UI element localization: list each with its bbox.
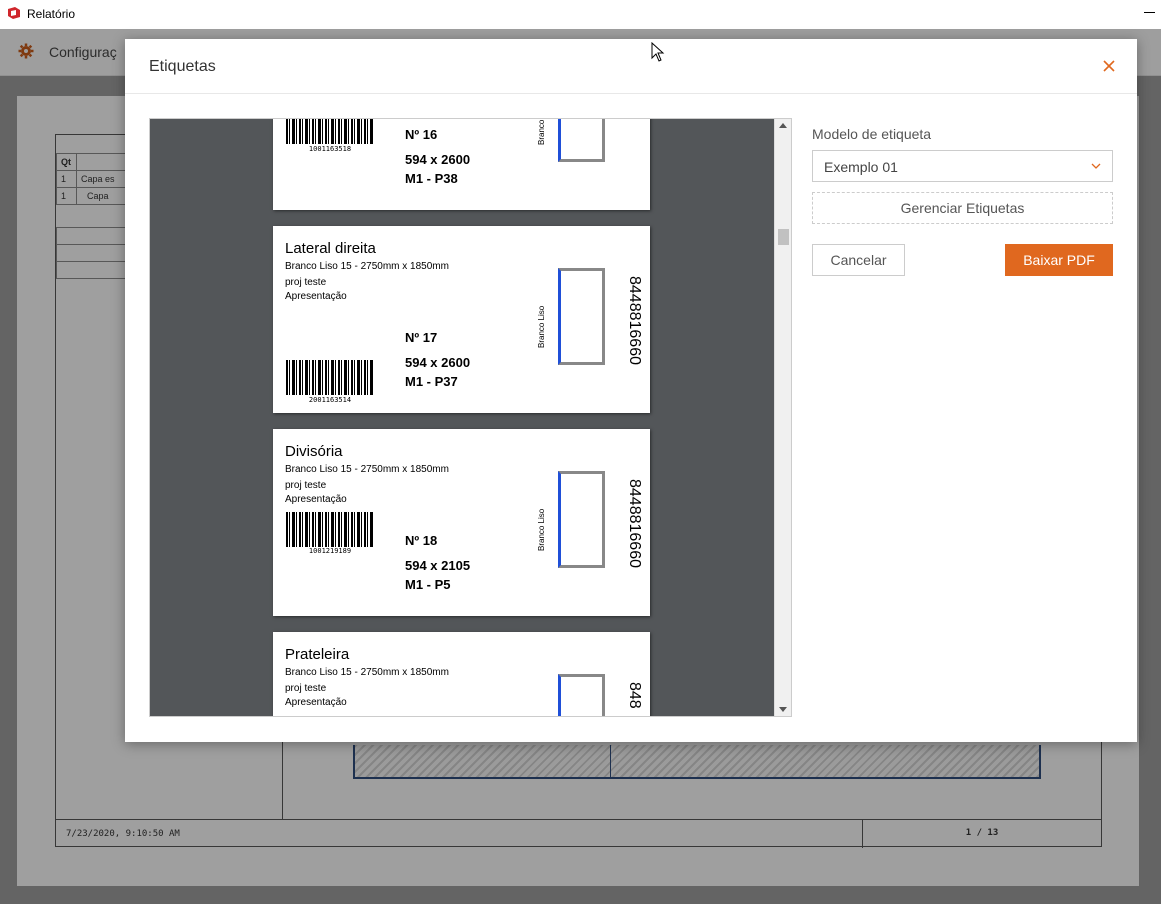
edge-diagram <box>558 674 605 716</box>
label-number: Nº 17 <box>405 330 438 345</box>
label-card: Lateral direita Branco Liso 15 - 2750mm … <box>273 226 650 413</box>
barcode <box>286 360 374 395</box>
label-material: Branco Liso 15 - 2750mm x 1850mm <box>285 261 449 272</box>
manage-labels-button[interactable]: Gerenciar Etiquetas <box>812 192 1113 224</box>
label-code: 848 <box>626 682 643 709</box>
label-material: Branco Liso 15 - 2750mm x 1850mm <box>285 464 449 475</box>
app-icon <box>8 7 20 19</box>
barcode-number: 1001219189 <box>308 547 352 555</box>
label-dims: 594 x 2600 <box>405 355 471 370</box>
label-title: Prateleira <box>285 646 350 663</box>
label-card: 1001163518 Nº 16 594 x 2600 M1 - P38 Bra… <box>273 118 650 210</box>
label-position: M1 - P38 <box>405 171 458 186</box>
barcode <box>286 119 374 144</box>
modal-title: Etiquetas <box>149 58 216 75</box>
cursor-icon <box>651 42 665 62</box>
label-card: Divisória Branco Liso 15 - 2750mm x 1850… <box>273 429 650 616</box>
scroll-down-arrow[interactable] <box>779 707 787 712</box>
label-stage: Apresentação <box>285 697 347 708</box>
label-position: M1 - P5 <box>405 577 451 592</box>
scroll-thumb[interactable] <box>778 229 789 245</box>
label-title: Lateral direita <box>285 240 376 257</box>
label-project: proj teste <box>285 683 327 694</box>
label-project: proj teste <box>285 480 327 491</box>
cancel-button[interactable]: Cancelar <box>812 244 905 276</box>
barcode <box>286 512 374 547</box>
model-select[interactable]: Exemplo 01 <box>812 150 1113 182</box>
label-material: Branco Liso 15 - 2750mm x 1850mm <box>285 667 449 678</box>
label-code: 8448816660 <box>626 276 643 365</box>
label-dims: 594 x 2600 <box>405 152 471 167</box>
edge-diagram <box>558 119 605 162</box>
preview-scrollbar[interactable] <box>774 119 791 716</box>
label-title: Divisória <box>285 443 343 460</box>
close-icon[interactable] <box>1100 57 1118 75</box>
edge-diagram <box>558 268 605 365</box>
label-number: Nº 18 <box>405 533 438 548</box>
chevron-down-icon <box>1091 163 1101 169</box>
label-card: Prateleira Branco Liso 15 - 2750mm x 185… <box>273 632 650 716</box>
labels-modal: Etiquetas 1001163518 Nº 16 594 x 2600 M1… <box>125 39 1137 742</box>
window-titlebar: Relatório <box>0 0 1161 29</box>
scroll-up-arrow[interactable] <box>779 123 787 128</box>
label-dims: 594 x 2105 <box>405 558 471 573</box>
label-stage: Apresentação <box>285 291 347 302</box>
modal-header: Etiquetas <box>125 39 1137 94</box>
label-number: Nº 16 <box>405 127 438 142</box>
label-project: proj teste <box>285 277 327 288</box>
edge-label: Branco Liso <box>537 118 546 145</box>
edge-diagram <box>558 471 605 568</box>
model-select-value: Exemplo 01 <box>824 159 898 175</box>
window-title: Relatório <box>27 7 76 21</box>
label-code: 8448816660 <box>626 479 643 568</box>
barcode-number: 2001163514 <box>308 396 352 404</box>
label-preview[interactable]: 1001163518 Nº 16 594 x 2600 M1 - P38 Bra… <box>149 118 792 717</box>
minimize-button[interactable] <box>1144 12 1155 13</box>
label-position: M1 - P37 <box>405 374 458 389</box>
label-stage: Apresentação <box>285 494 347 505</box>
edge-label: Branco Liso <box>537 305 546 348</box>
barcode-number: 1001163518 <box>308 145 352 153</box>
edge-label: Branco Liso <box>537 508 546 551</box>
model-label: Modelo de etiqueta <box>812 126 932 142</box>
download-pdf-button[interactable]: Baixar PDF <box>1005 244 1113 276</box>
